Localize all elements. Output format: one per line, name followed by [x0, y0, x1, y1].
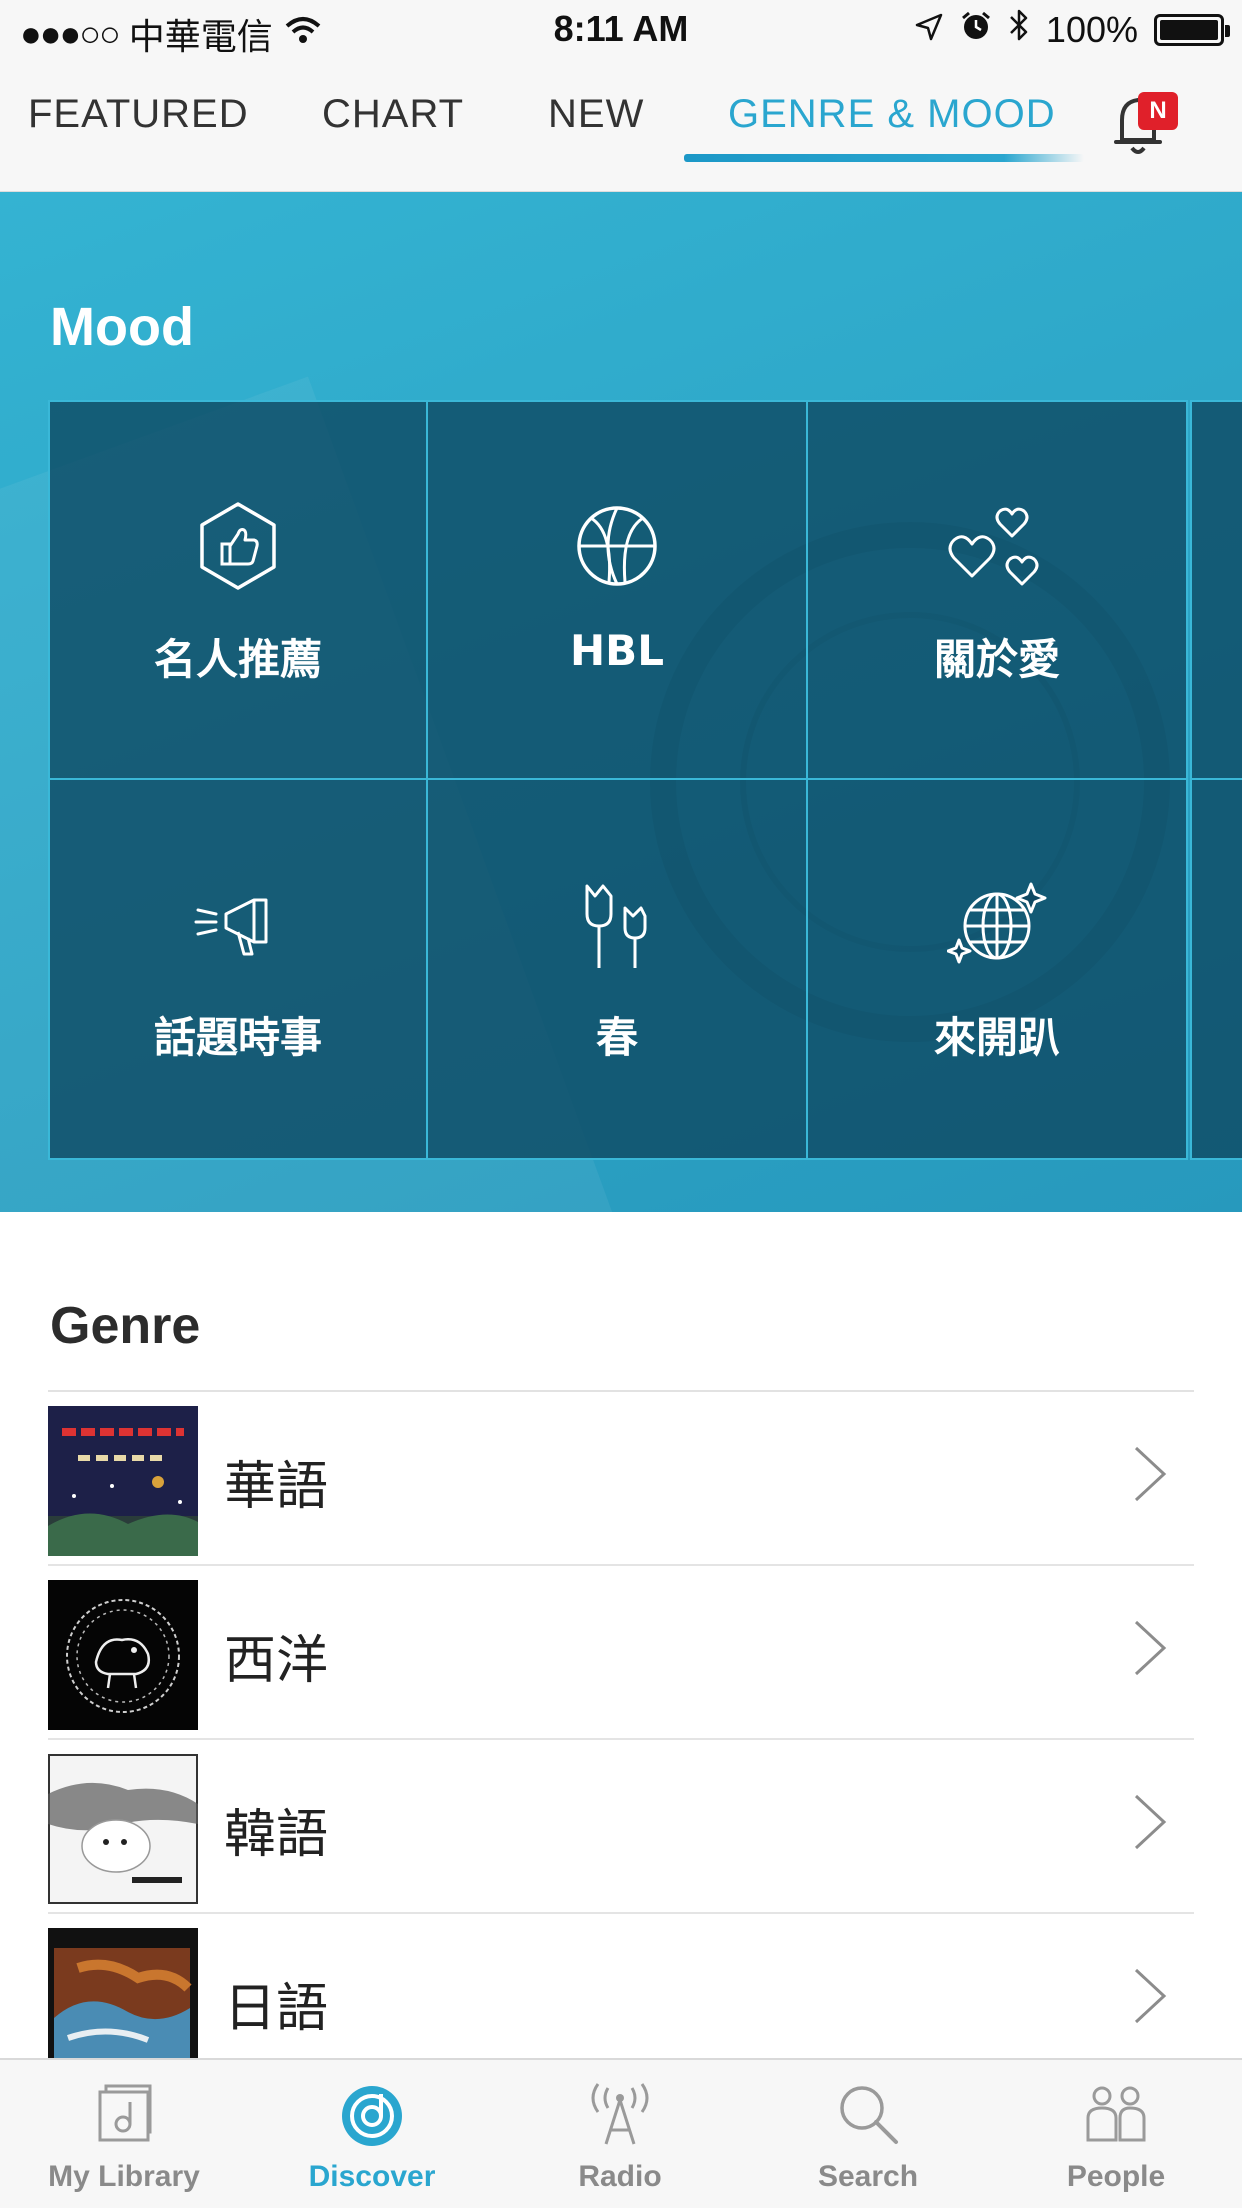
album-cover-thumbnail — [48, 1754, 198, 1904]
status-bar: ●●●○○ 中華電信 8:11 AM 100% — [0, 0, 1242, 62]
active-tab-indicator — [684, 154, 1084, 162]
chevron-right-icon — [1130, 1444, 1170, 1504]
battery-icon — [1154, 13, 1230, 46]
mood-tile-label: 來開趴 — [933, 1013, 1060, 1062]
mood-grid: 名人推薦 HBL 關於愛 話題時事 春 來開趴 — [48, 400, 1242, 1160]
tab-radio[interactable]: Radio — [496, 2060, 744, 2208]
status-right: 100% — [914, 8, 1230, 51]
mood-tile-partial[interactable] — [1190, 780, 1242, 1160]
discover-icon — [248, 2082, 496, 2152]
tab-new[interactable]: NEW — [548, 92, 644, 137]
chevron-right-icon — [1130, 1792, 1170, 1852]
genre-label: 韓語 — [224, 1805, 329, 1865]
chevron-right-icon — [1130, 1618, 1170, 1678]
tab-discover[interactable]: Discover — [248, 2060, 496, 2208]
mood-tile-label: 關於愛 — [933, 635, 1060, 684]
top-tab-bar: FEATURED CHART NEW GENRE & MOOD N — [0, 62, 1242, 192]
tab-label: People — [1066, 2160, 1166, 2193]
mood-tile-label: 春 — [595, 1013, 638, 1062]
tab-people[interactable]: People — [992, 2060, 1240, 2208]
search-icon — [744, 2082, 992, 2152]
hearts-icon — [808, 498, 1186, 594]
album-cover-thumbnail — [48, 1580, 198, 1730]
tab-label: Radio — [578, 2160, 662, 2193]
people-icon — [992, 2082, 1240, 2152]
mood-tile-celebrity[interactable]: 名人推薦 — [48, 400, 428, 780]
tab-featured[interactable]: FEATURED — [28, 92, 249, 137]
tab-label: Search — [817, 2160, 919, 2193]
battery-percent: 100% — [1045, 8, 1138, 50]
mood-tile-party[interactable]: 來開趴 — [808, 780, 1188, 1160]
tab-search[interactable]: Search — [744, 2060, 992, 2208]
bluetooth-icon — [1008, 8, 1030, 51]
tab-label: My Library — [48, 2160, 200, 2193]
tab-genre-mood[interactable]: GENRE & MOOD — [728, 92, 1056, 137]
basketball-icon — [428, 498, 806, 594]
mood-tile-label: 名人推薦 — [153, 635, 322, 684]
mood-tile-spring[interactable]: 春 — [428, 780, 808, 1160]
location-arrow-icon — [914, 9, 944, 51]
tab-label: Discover — [308, 2160, 436, 2193]
genre-label: 西洋 — [224, 1631, 329, 1691]
mood-tile-hbl[interactable]: HBL — [428, 400, 808, 780]
globe-sparkle-icon — [808, 876, 1186, 972]
mood-tile-love[interactable]: 關於愛 — [808, 400, 1188, 780]
bottom-tab-bar: My Library Discover Radio Search People — [0, 2058, 1242, 2208]
album-cover-thumbnail — [48, 1928, 198, 2078]
radio-tower-icon — [496, 2082, 744, 2152]
album-cover-thumbnail — [48, 1406, 198, 1556]
mood-tile-partial[interactable] — [1190, 400, 1242, 780]
genre-label: 日語 — [224, 1979, 329, 2039]
megaphone-icon — [50, 876, 426, 972]
tab-chart[interactable]: CHART — [322, 92, 464, 137]
genre-item-mandarin[interactable]: 華語 — [48, 1392, 1194, 1566]
mood-section: Mood 名人推薦 HBL 關於愛 話題時事 春 來開趴 — [0, 192, 1242, 1212]
mood-tile-label: HBL — [570, 626, 664, 675]
mood-tile-topics[interactable]: 話題時事 — [48, 780, 428, 1160]
genre-title: Genre — [50, 1297, 201, 1355]
notification-badge: N — [1138, 92, 1178, 130]
library-icon — [0, 2082, 248, 2152]
alarm-icon — [960, 9, 992, 51]
genre-item-western[interactable]: 西洋 — [48, 1566, 1194, 1740]
genre-label: 華語 — [224, 1457, 329, 1517]
tulip-icon — [428, 876, 806, 972]
genre-item-korean[interactable]: 韓語 — [48, 1740, 1194, 1914]
mood-tile-label: 話題時事 — [153, 1013, 322, 1062]
mood-title: Mood — [50, 297, 194, 357]
thumbs-up-hexagon-icon — [50, 498, 426, 594]
chevron-right-icon — [1130, 1966, 1170, 2026]
tab-my-library[interactable]: My Library — [0, 2060, 248, 2208]
